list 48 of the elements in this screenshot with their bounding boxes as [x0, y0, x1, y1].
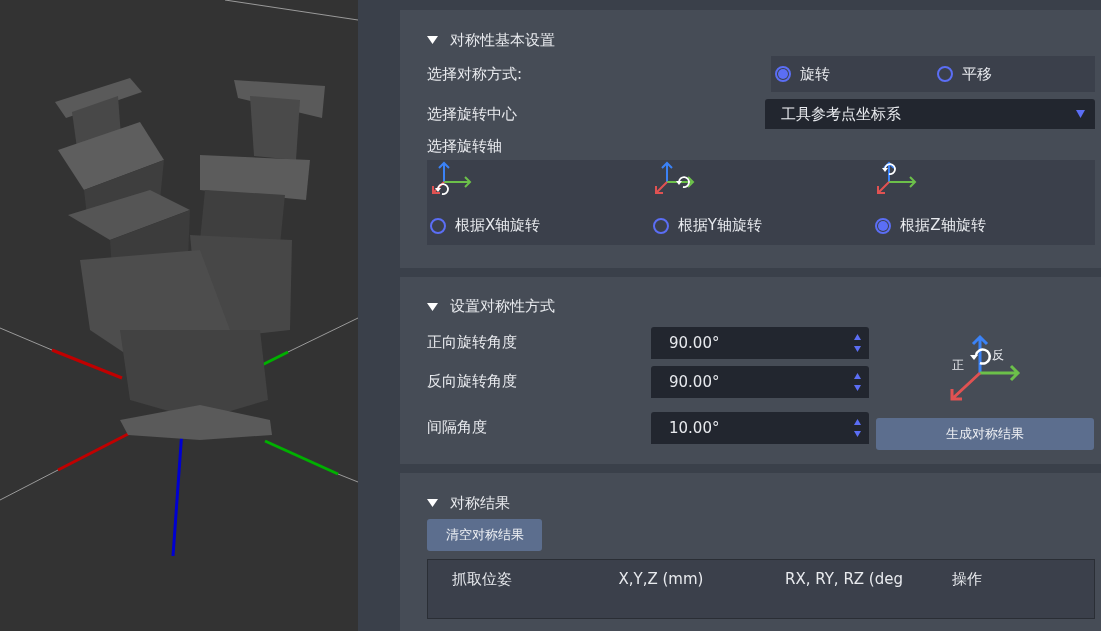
- grid-line: [0, 327, 53, 351]
- radio-button[interactable]: [875, 217, 892, 234]
- column-header: X,Y,Z (mm): [617, 570, 705, 588]
- dropdown[interactable]: 工具参考点坐标系: [765, 99, 1095, 129]
- collapse-triangle-icon: [427, 302, 438, 311]
- radio-button[interactable]: [937, 66, 953, 82]
- radio-button[interactable]: [430, 217, 446, 234]
- number-field[interactable]: 10.00°: [651, 411, 869, 444]
- number-field[interactable]: 90.00°: [651, 365, 869, 398]
- rotation-arrow-icon: [970, 348, 992, 365]
- clear-button[interactable]: 清空对称结果: [427, 519, 542, 551]
- field-label: 反向旋转角度: [427, 372, 518, 392]
- radio-label: 根据Z轴旋转: [900, 216, 986, 235]
- caret-icon: [1076, 110, 1085, 118]
- field-label: 正向旋转角度: [427, 333, 518, 353]
- column-header: 操作: [950, 570, 983, 589]
- forward-label: 正: [952, 357, 964, 372]
- radio-button[interactable]: [775, 66, 791, 82]
- field-label: 选择旋转中心: [427, 104, 517, 124]
- number-field[interactable]: 90.00°: [651, 326, 869, 359]
- axis-arrows-drawing: [950, 334, 1021, 401]
- section-title: 设置对称性方式: [450, 297, 555, 317]
- radio-label: 根据Y轴旋转: [677, 216, 762, 235]
- field-label: 间隔角度: [427, 418, 488, 438]
- x-axis-line: [51, 348, 123, 380]
- column-header: 抓取位姿: [451, 570, 513, 589]
- section-title: 对称结果: [450, 493, 510, 513]
- grid-line: [287, 317, 358, 353]
- generate-button[interactable]: 生成对称结果: [876, 417, 1094, 450]
- spin-down-icon: [854, 430, 861, 437]
- reverse-label: 反: [992, 347, 1004, 362]
- radio-label: 平移: [962, 64, 992, 84]
- spin-down-icon: [854, 384, 861, 391]
- spin-up-icon: [854, 372, 861, 379]
- spin-up-icon: [854, 333, 861, 340]
- grid-line: [337, 473, 358, 483]
- column-header: RX, RY, RZ (deg: [784, 570, 904, 588]
- field-label: 选择旋转轴: [427, 137, 502, 156]
- spin-down-icon: [854, 345, 861, 352]
- radio-label: 根据X轴旋转: [455, 216, 541, 235]
- collapse-triangle-icon: [427, 36, 438, 44]
- collapse-triangle-icon: [427, 499, 438, 507]
- radio-label: 旋转: [800, 64, 830, 84]
- radio-button[interactable]: [652, 217, 669, 234]
- section-title: 对称性基本设置: [450, 30, 555, 50]
- spin-up-icon: [854, 418, 861, 425]
- grid-line: [0, 469, 59, 501]
- field-label: 选择对称方式:: [427, 64, 523, 84]
